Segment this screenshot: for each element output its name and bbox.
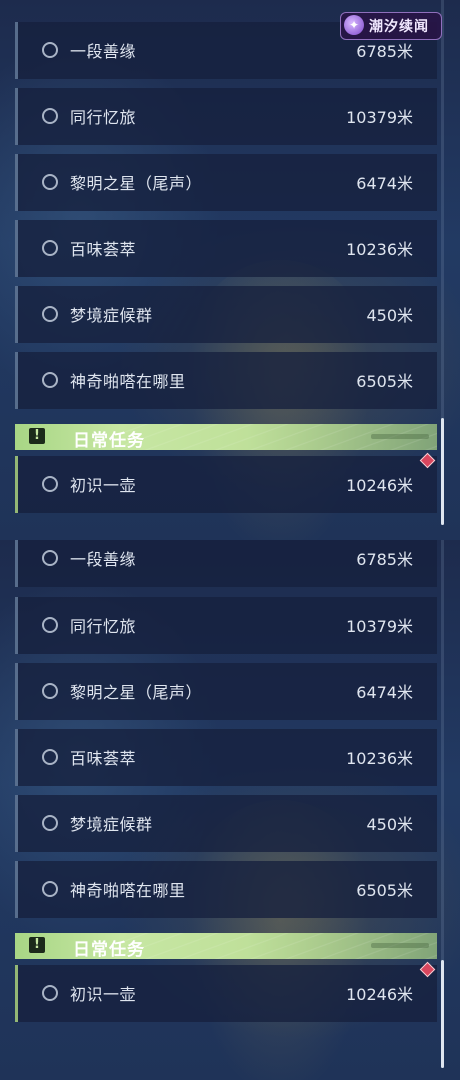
quest-name: 同行忆旅 — [70, 617, 137, 636]
quest-row[interactable]: 黎明之星（尾声） 6474米 — [15, 154, 437, 211]
quest-name: 梦境症候群 — [70, 306, 153, 325]
quest-row[interactable]: 神奇啪嗒在哪里 6505米 — [15, 861, 437, 918]
quest-name: 神奇啪嗒在哪里 — [70, 372, 186, 391]
quest-distance: 10246米 — [346, 985, 413, 1004]
quest-distance: 6505米 — [356, 372, 413, 391]
header-watermark — [371, 943, 429, 948]
quest-name: 黎明之星（尾声） — [70, 174, 203, 193]
quest-name: 百味荟萃 — [70, 749, 137, 768]
quest-distance: 10246米 — [346, 476, 413, 495]
quest-name: 同行忆旅 — [70, 108, 137, 127]
radio-circle-icon[interactable] — [42, 174, 58, 190]
quest-distance: 10236米 — [346, 749, 413, 768]
quest-row[interactable]: 同行忆旅 10379米 — [15, 597, 437, 654]
section-title: 日常任务 — [73, 940, 145, 960]
scrollbar-thumb[interactable] — [441, 960, 444, 1068]
quest-row[interactable]: 一段善缘 6785米 — [15, 540, 437, 587]
daily-section-header[interactable]: ! 日常任务 — [15, 424, 437, 451]
radio-circle-icon[interactable] — [42, 815, 58, 831]
quest-panel-bottom: 一段善缘 6785米 同行忆旅 10379米 黎明之星（尾声） 6474米 百味… — [0, 540, 460, 1080]
exclamation-icon: ! — [29, 428, 45, 444]
logo-emblem-icon: ✦ — [344, 15, 364, 35]
quest-distance: 450米 — [366, 815, 413, 834]
app-logo: ✦ 潮汐续闻 — [340, 12, 442, 40]
quest-row[interactable]: 百味荟萃 10236米 — [15, 729, 437, 786]
quest-name: 一段善缘 — [70, 42, 137, 61]
quest-row[interactable]: 梦境症候群 450米 — [15, 795, 437, 852]
quest-row[interactable]: 梦境症候群 450米 — [15, 286, 437, 343]
radio-circle-icon[interactable] — [42, 108, 58, 124]
radio-circle-icon[interactable] — [42, 550, 58, 566]
quest-distance: 450米 — [366, 306, 413, 325]
radio-circle-icon[interactable] — [42, 881, 58, 897]
quest-row[interactable]: 百味荟萃 10236米 — [15, 220, 437, 277]
quest-row[interactable]: 同行忆旅 10379米 — [15, 88, 437, 145]
radio-circle-icon[interactable] — [42, 372, 58, 388]
quest-distance: 6474米 — [356, 683, 413, 702]
quest-distance: 10379米 — [346, 108, 413, 127]
quest-distance: 6505米 — [356, 881, 413, 900]
radio-circle-icon[interactable] — [42, 683, 58, 699]
radio-circle-icon[interactable] — [42, 617, 58, 633]
logo-text: 潮汐续闻 — [369, 19, 429, 35]
radio-circle-icon[interactable] — [42, 240, 58, 256]
quest-row[interactable]: 黎明之星（尾声） 6474米 — [15, 663, 437, 720]
radio-circle-icon[interactable] — [42, 985, 58, 1001]
quest-name: 一段善缘 — [70, 550, 137, 569]
quest-distance: 10379米 — [346, 617, 413, 636]
daily-section-header[interactable]: ! 日常任务 — [15, 933, 437, 960]
section-title: 日常任务 — [73, 431, 145, 451]
quest-row[interactable]: 神奇啪嗒在哪里 6505米 — [15, 352, 437, 409]
radio-circle-icon[interactable] — [42, 476, 58, 492]
scrollbar-thumb[interactable] — [441, 418, 444, 525]
radio-circle-icon[interactable] — [42, 42, 58, 58]
header-watermark — [371, 434, 429, 439]
radio-circle-icon[interactable] — [42, 306, 58, 322]
quest-name: 神奇啪嗒在哪里 — [70, 881, 186, 900]
quest-distance: 6474米 — [356, 174, 413, 193]
quest-name: 初识一壶 — [70, 476, 137, 495]
radio-circle-icon[interactable] — [42, 749, 58, 765]
quest-distance: 6785米 — [356, 550, 413, 569]
exclamation-icon: ! — [29, 937, 45, 953]
quest-name: 梦境症候群 — [70, 815, 153, 834]
daily-quest-row[interactable]: 初识一壶 10246米 — [15, 965, 437, 1022]
quest-panel-top: 一段善缘 6785米 同行忆旅 10379米 黎明之星（尾声） 6474米 百味… — [0, 0, 460, 540]
daily-quest-row[interactable]: 初识一壶 10246米 — [15, 456, 437, 513]
screen: 一段善缘 6785米 同行忆旅 10379米 黎明之星（尾声） 6474米 百味… — [0, 0, 460, 1080]
quest-name: 黎明之星（尾声） — [70, 683, 203, 702]
quest-name: 初识一壶 — [70, 985, 137, 1004]
quest-name: 百味荟萃 — [70, 240, 137, 259]
quest-distance: 10236米 — [346, 240, 413, 259]
quest-distance: 6785米 — [356, 42, 413, 61]
